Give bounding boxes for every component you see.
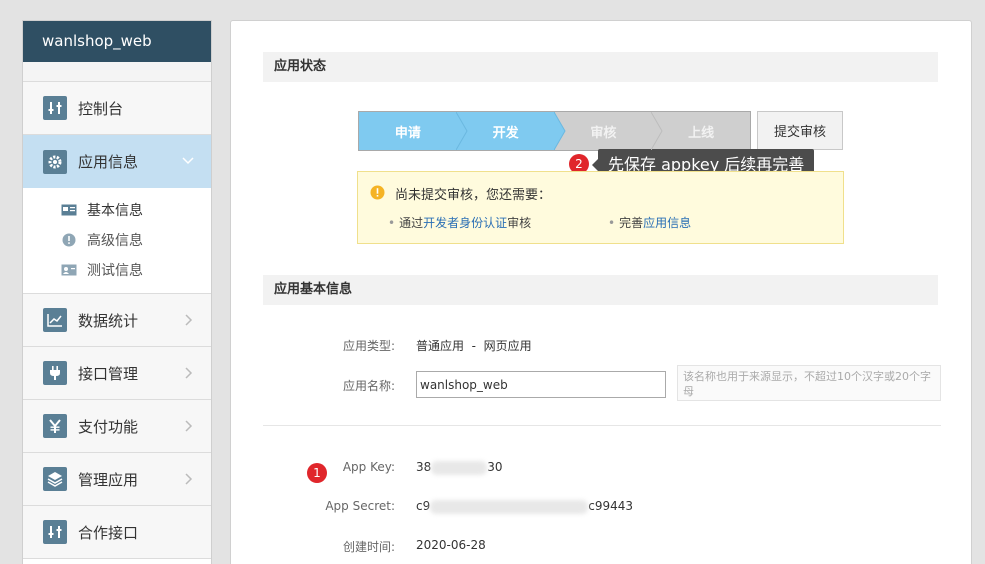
step-review: 审核 — [554, 112, 663, 150]
sidebar-item-label: 数据统计 — [78, 311, 139, 330]
developer-verification-link[interactable]: 开发者身份认证 — [423, 216, 507, 230]
sidebar-item-statistics[interactable]: 数据统计 — [23, 294, 211, 347]
sidebar: wanlshop_web 控制台 应用信息 基本信息 高级信息 测试信息 数据统… — [22, 20, 212, 564]
sidebar-subitem-advanced-info[interactable]: 高级信息 — [23, 225, 211, 255]
sidebar-item-label: 接口管理 — [78, 364, 139, 383]
app-info-link[interactable]: 应用信息 — [643, 216, 691, 230]
sidebar-subitem-test-info[interactable]: 测试信息 — [23, 255, 211, 285]
app-key-end: 30 — [487, 460, 503, 474]
app-key-label: App Key: — [342, 460, 395, 474]
sidebar-subitem-label: 高级信息 — [87, 233, 143, 249]
chevron-right-icon — [185, 473, 193, 485]
sidebar-item-label: 支付功能 — [78, 417, 139, 436]
section-title-app-status: 应用状态 — [263, 52, 938, 82]
app-secret-end: c99443 — [588, 499, 634, 513]
app-secret-label: App Secret: — [325, 499, 395, 513]
app-secret-value: c9 c99443 — [416, 499, 633, 514]
app-name-hint: 该名称也用于来源显示，不超过10个汉字或20个字母 — [677, 365, 941, 401]
redacted-blur — [430, 499, 589, 514]
sidebar-subitem-basic-info[interactable]: 基本信息 — [23, 195, 211, 225]
sidebar-item-label: 控制台 — [78, 99, 124, 118]
notice-text: 审核 — [507, 216, 532, 230]
yen-icon — [43, 414, 67, 438]
chart-icon — [43, 308, 67, 332]
notice-text: 通过 — [399, 216, 424, 230]
sidebar-subitem-label: 基本信息 — [87, 203, 143, 219]
layers-icon — [43, 467, 67, 491]
warning-icon — [370, 185, 385, 200]
redacted-blur — [431, 460, 488, 475]
chevron-right-icon — [185, 314, 193, 326]
app-name: wanlshop_web — [23, 21, 211, 62]
sidebar-item-manage-apps[interactable]: 管理应用 — [23, 453, 211, 506]
id-card-icon — [61, 203, 77, 217]
app-name-input[interactable] — [416, 371, 666, 398]
test-card-icon — [61, 263, 77, 277]
notice-title: 尚未提交审核，您还需要： — [395, 188, 552, 203]
progress-steps: 申请 开发 审核 上线 — [358, 111, 751, 151]
app-key-start: 38 — [416, 460, 432, 474]
sidebar-item-console[interactable]: 控制台 — [23, 82, 211, 135]
exclamation-circle-icon — [61, 233, 77, 247]
step-arrow — [553, 112, 566, 150]
app-key-value: 38 30 — [416, 460, 503, 475]
section-title-basic-info: 应用基本信息 — [263, 275, 938, 305]
chevron-right-icon — [185, 367, 193, 379]
step-label: 审核 — [590, 125, 617, 141]
gear-icon — [43, 149, 67, 174]
notice-item-verify: • 通过开发者身份认证审核 — [388, 214, 531, 231]
step-label: 开发 — [492, 125, 519, 141]
main-panel: 应用状态 申请 开发 审核 上线 提交审核 2 先保存 appkey 后续再完善… — [230, 20, 972, 564]
notice-item-complete-info: • 完善应用信息 — [608, 214, 691, 231]
sidebar-item-label: 管理应用 — [78, 470, 139, 489]
app-type-label: 应用类型: — [342, 339, 395, 353]
app-type-value: 普通应用 - 网页应用 — [416, 339, 532, 353]
created-time-label: 创建时间: — [342, 540, 395, 554]
sidebar-item-api-management[interactable]: 接口管理 — [23, 347, 211, 400]
app-secret-start: c9 — [416, 499, 431, 513]
chevron-down-icon — [182, 157, 194, 165]
submit-review-button[interactable]: 提交审核 — [757, 111, 843, 150]
bullet-icon: • — [608, 216, 616, 230]
step-develop: 开发 — [456, 112, 566, 150]
sliders-icon — [43, 96, 67, 120]
sidebar-item-app-info[interactable]: 应用信息 — [23, 135, 211, 188]
step-label: 申请 — [394, 125, 421, 141]
sidebar-item-partner-api[interactable]: 合作接口 — [23, 506, 211, 559]
sidebar-item-payment[interactable]: 支付功能 — [23, 400, 211, 453]
divider — [263, 425, 941, 426]
sidebar-subitem-label: 测试信息 — [87, 263, 143, 279]
step-arrow — [651, 112, 663, 150]
bullet-icon: • — [388, 216, 396, 230]
notice-text: 完善 — [619, 216, 644, 230]
step-label: 上线 — [688, 125, 715, 141]
sidebar-item-label: 合作接口 — [78, 523, 139, 542]
sliders-icon — [43, 520, 67, 544]
notice-box: 尚未提交审核，您还需要： • 通过开发者身份认证审核 • 完善应用信息 — [357, 171, 844, 244]
app-name-label: 应用名称: — [342, 379, 395, 393]
chevron-right-icon — [185, 420, 193, 432]
sidebar-item-label: 应用信息 — [78, 153, 139, 171]
sidebar-submenu: 基本信息 高级信息 测试信息 — [23, 188, 211, 294]
step-apply: 申请 — [359, 112, 468, 150]
created-time-value: 2020-06-28 — [416, 538, 486, 552]
sidebar-gap — [23, 62, 211, 82]
plug-icon — [43, 361, 67, 385]
step-launch: 上线 — [652, 112, 750, 150]
step-arrow — [455, 112, 468, 150]
